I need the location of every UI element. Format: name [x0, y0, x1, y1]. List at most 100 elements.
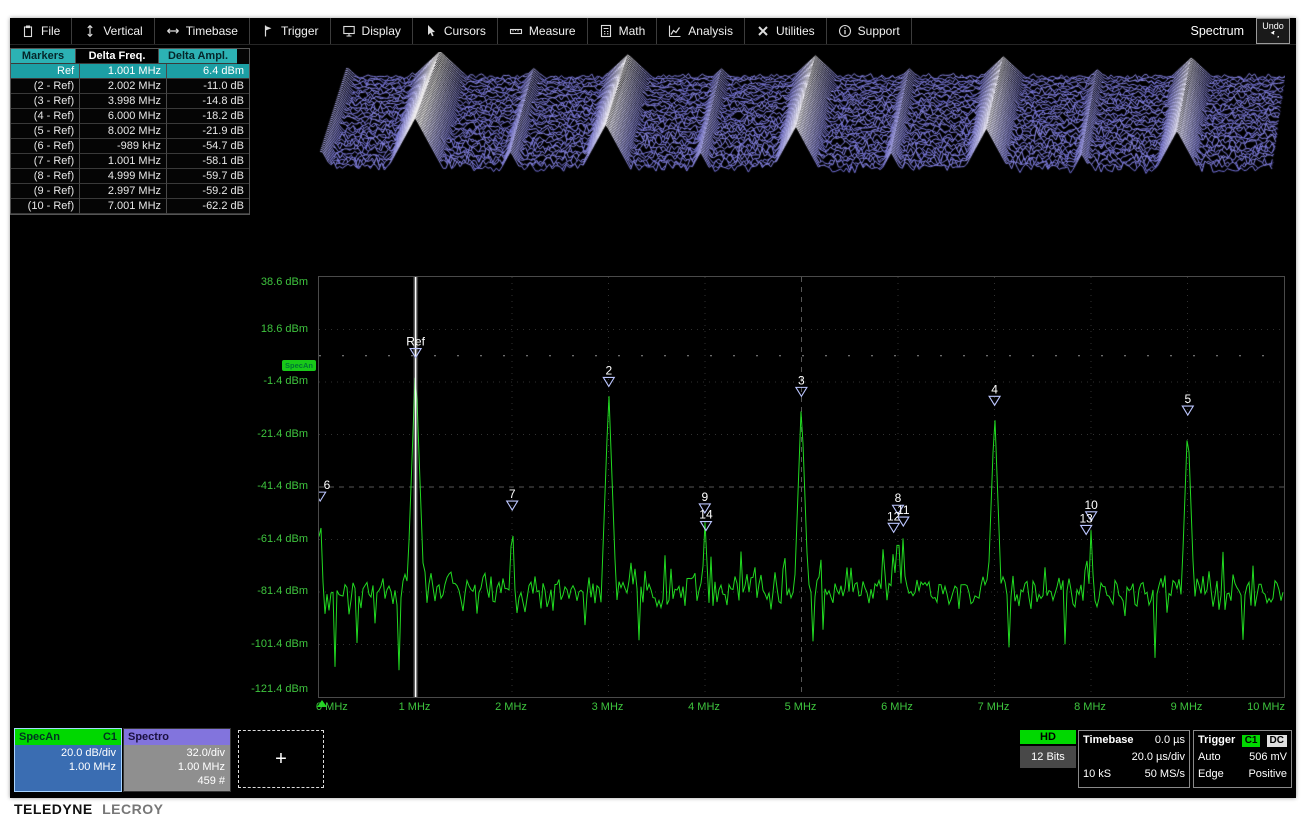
- menu-cursors-label: Cursors: [444, 24, 486, 38]
- timebase-descriptor[interactable]: Timebase 0.0 µs 20.0 µs/div 10 kS 50 MS/…: [1078, 730, 1190, 788]
- undo-button-label: Undo: [1262, 22, 1284, 32]
- menu-analysis[interactable]: Analysis: [657, 18, 745, 44]
- marker-table-row[interactable]: (6 - Ref)-989 kHz-54.7 dB: [11, 139, 249, 154]
- spectro-title: Spectro: [128, 729, 169, 745]
- brand-logo: TELEDYNE LECROY: [14, 801, 163, 817]
- marker-table-row[interactable]: (2 - Ref)2.002 MHz-11.0 dB: [11, 79, 249, 94]
- spectrum-plot-area: 38.6 dBm18.6 dBm-1.4 dBm-21.4 dBm-41.4 d…: [220, 276, 1290, 718]
- marker-cell-freq: 2.002 MHz: [80, 79, 167, 94]
- menu-trigger[interactable]: Trigger: [250, 18, 331, 44]
- trigger-level: 506 mV: [1249, 749, 1287, 766]
- trigger-title: Trigger: [1198, 732, 1235, 749]
- menu-measure[interactable]: Measure: [498, 18, 588, 44]
- menu-file[interactable]: File: [10, 18, 72, 44]
- spectro-span: 1.00 MHz: [129, 760, 225, 774]
- menu-cursors[interactable]: Cursors: [413, 18, 498, 44]
- peak-marker-label: 9: [701, 490, 708, 504]
- spectro-frames: 459 #: [129, 774, 225, 788]
- marker-cell-freq: 6.000 MHz: [80, 109, 167, 124]
- markers-table-body: Ref1.001 MHz6.4 dBm(2 - Ref)2.002 MHz-11…: [11, 64, 249, 214]
- marker-cell-name: (5 - Ref): [11, 124, 80, 139]
- menu-bar-right: Spectrum Undo: [1191, 18, 1297, 44]
- marker-cell-freq: 1.001 MHz: [80, 154, 167, 169]
- hd-badge: HD: [1020, 730, 1076, 744]
- marker-table-row[interactable]: Ref1.001 MHz6.4 dBm: [11, 64, 249, 79]
- marker-cell-name: (9 - Ref): [11, 184, 80, 199]
- y-tick-label: -121.4 dBm: [220, 683, 308, 695]
- marker-cell-ampl: -62.2 dB: [167, 199, 249, 214]
- delta-ampl-header-cell: Delta Ampl.: [159, 49, 237, 64]
- timebase-rate: 50 MS/s: [1145, 766, 1185, 783]
- spectro-descriptor[interactable]: Spectro 32.0/div 1.00 MHz 459 #: [123, 728, 231, 792]
- trace-label-badge[interactable]: SpecAn: [282, 360, 316, 371]
- x-tick-label: 4 MHz: [674, 701, 734, 713]
- x-tick-label: 10 MHz: [1225, 701, 1285, 713]
- utilities-tools-icon: [756, 24, 770, 38]
- peak-marker-label: 12: [887, 509, 901, 523]
- marker-table-row[interactable]: (8 - Ref)4.999 MHz-59.7 dB: [11, 169, 249, 184]
- marker-cell-name: Ref: [11, 64, 80, 79]
- peak-marker-icon: [700, 522, 711, 531]
- add-trace-plus-icon: +: [275, 748, 287, 771]
- menu-utilities[interactable]: Utilities: [745, 18, 827, 44]
- marker-cell-name: (4 - Ref): [11, 109, 80, 124]
- trigger-kind: Edge: [1198, 766, 1224, 783]
- peak-marker-icon: [888, 523, 899, 532]
- specan-scale: 20.0 dB/div: [20, 746, 116, 760]
- x-tick-label: 3 MHz: [578, 701, 638, 713]
- menu-support[interactable]: Support: [827, 18, 912, 44]
- math-calculator-icon: [599, 24, 613, 38]
- marker-table-row[interactable]: (5 - Ref)8.002 MHz-21.9 dB: [11, 124, 249, 139]
- delta-freq-header-cell: Delta Freq.: [76, 49, 159, 64]
- marker-cell-freq: 7.001 MHz: [80, 199, 167, 214]
- peak-marker-label: 2: [605, 363, 612, 377]
- marker-table-row[interactable]: (9 - Ref)2.997 MHz-59.2 dB: [11, 184, 249, 199]
- y-tick-label: -21.4 dBm: [220, 428, 308, 440]
- marker-table-row[interactable]: (4 - Ref)6.000 MHz-18.2 dB: [11, 109, 249, 124]
- spectro-scale: 32.0/div: [129, 746, 225, 760]
- markers-header-cell: Markers: [11, 49, 76, 64]
- spectrogram-3d-view[interactable]: [310, 52, 1285, 192]
- peak-marker-label: 4: [991, 382, 998, 396]
- analysis-chart-icon: [668, 24, 682, 38]
- peak-marker-icon: [1081, 525, 1092, 534]
- markers-table-header: Markers Delta Freq. Delta Ampl.: [11, 49, 249, 64]
- marker-table-row[interactable]: (7 - Ref)1.001 MHz-58.1 dB: [11, 154, 249, 169]
- peak-marker-icon: [1182, 406, 1193, 415]
- undo-button[interactable]: Undo: [1256, 18, 1290, 44]
- menu-measure-label: Measure: [529, 24, 576, 38]
- marker-cell-name: (6 - Ref): [11, 139, 80, 154]
- specan-title: SpecAn: [19, 729, 60, 745]
- marker-table-row[interactable]: (10 - Ref)7.001 MHz-62.2 dB: [11, 199, 249, 214]
- x-tick-label: 5 MHz: [771, 701, 831, 713]
- menu-display[interactable]: Display: [331, 18, 413, 44]
- peak-marker-label: 6: [324, 478, 331, 492]
- timebase-title: Timebase: [1083, 732, 1134, 749]
- marker-cell-name: (2 - Ref): [11, 79, 80, 94]
- specan-descriptor[interactable]: SpecAn C1 20.0 dB/div 1.00 MHz: [14, 728, 122, 792]
- peak-marker-label: 13: [1079, 511, 1093, 525]
- menu-vertical[interactable]: Vertical: [72, 18, 154, 44]
- add-trace-button[interactable]: +: [238, 730, 324, 788]
- hd-bits-label: 12 Bits: [1020, 746, 1076, 768]
- vertical-arrows-icon: [83, 24, 97, 38]
- menu-math-label: Math: [619, 24, 646, 38]
- trigger-coupling-badge: DC: [1267, 735, 1287, 747]
- trigger-source-badge: C1: [1242, 735, 1261, 747]
- trigger-mode: Auto: [1198, 749, 1221, 766]
- hd-mode-indicator[interactable]: HD 12 Bits: [1020, 730, 1076, 768]
- menu-timebase-label: Timebase: [186, 24, 238, 38]
- menu-math[interactable]: Math: [588, 18, 658, 44]
- specan-channel: C1: [103, 729, 117, 745]
- spectrum-plot[interactable]: Ref234567891011121314: [318, 276, 1285, 698]
- trigger-descriptor[interactable]: Trigger C1 DC Auto 506 mV Edge Positive: [1193, 730, 1292, 788]
- support-info-icon: [838, 24, 852, 38]
- x-tick-label: 2 MHz: [481, 701, 541, 713]
- markers-table: Markers Delta Freq. Delta Ampl. Ref1.001…: [10, 48, 250, 215]
- x-tick-label: 9 MHz: [1157, 701, 1217, 713]
- menu-timebase[interactable]: Timebase: [155, 18, 250, 44]
- y-tick-label: -1.4 dBm: [220, 375, 308, 387]
- measure-ruler-icon: [509, 24, 523, 38]
- marker-table-row[interactable]: (3 - Ref)3.998 MHz-14.8 dB: [11, 94, 249, 109]
- y-tick-label: -81.4 dBm: [220, 585, 308, 597]
